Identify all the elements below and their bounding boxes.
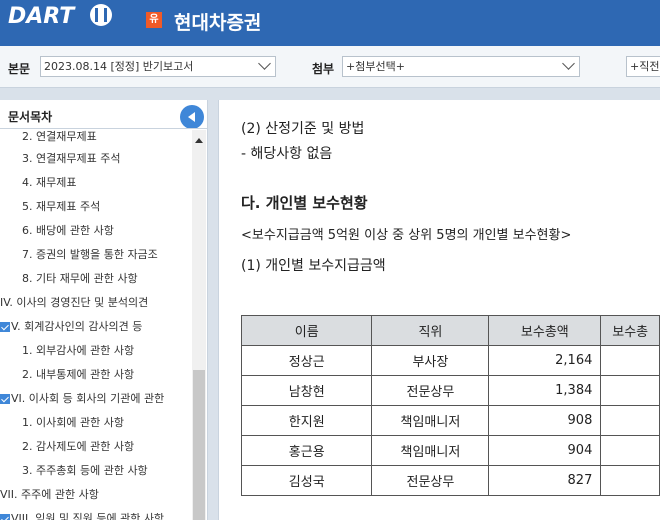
- name-cell: 정상근: [240, 345, 373, 376]
- toc-scrollbar[interactable]: [192, 130, 206, 520]
- collapse-sidebar-button[interactable]: [180, 105, 204, 129]
- header-bar: DART 유 현대차증권: [0, 0, 660, 46]
- chevron-down-icon: [562, 57, 575, 70]
- table-row: 홍근용 책임매니저 904: [240, 435, 660, 466]
- compensation-table: 이름 직위 보수총액 보수총 정상근 부사장 2,164 남창현 전문상무 1,…: [240, 315, 660, 496]
- toc-item[interactable]: 7. 증권의 발행을 통한 자금조: [0, 244, 158, 266]
- attach-select-value: +첨부선택+: [346, 60, 405, 73]
- report-select[interactable]: 2023.08.14 [정정] 반기보고서: [40, 56, 276, 77]
- toc-item[interactable]: VI. 이사회 등 회사의 기관에 관한: [0, 388, 164, 410]
- dart-logo-icon: [90, 4, 112, 26]
- name-cell: 김성국: [240, 465, 373, 496]
- total-cell: 827: [488, 465, 602, 496]
- toc-item[interactable]: 1. 이사회에 관한 사항: [0, 412, 124, 434]
- section-heading: 다. 개인별 보수현황: [241, 194, 368, 212]
- total-cell: 904: [488, 435, 602, 466]
- extra-cell: [600, 375, 660, 406]
- chevron-down-icon: [258, 57, 271, 70]
- table-row: 김성국 전문상무 827: [240, 465, 660, 496]
- table-row: 한지원 책임매니저 908: [240, 405, 660, 436]
- toc-item[interactable]: 3. 주주총회 등에 관한 사항: [0, 460, 148, 482]
- col-position-header: 직위: [371, 315, 490, 346]
- extra-cell: [600, 435, 660, 466]
- toc-item[interactable]: 5. 재무제표 주석: [0, 196, 100, 218]
- company-name: 현대차증권: [174, 12, 262, 34]
- prev-report-select-value: +직전: [630, 60, 660, 73]
- toc-item[interactable]: 3. 연결재무제표 주석: [0, 148, 120, 170]
- attach-select[interactable]: +첨부선택+: [342, 56, 580, 77]
- toc-item[interactable]: 2. 감사제도에 관한 사항: [0, 436, 134, 458]
- checkbox-checked-icon[interactable]: [0, 322, 10, 332]
- report-select-value: 2023.08.14 [정정] 반기보고서: [44, 60, 194, 73]
- toc-item[interactable]: 8. 기타 재무에 관한 사항: [0, 268, 138, 290]
- dart-logo[interactable]: DART: [8, 4, 74, 29]
- checkbox-checked-icon[interactable]: [0, 514, 10, 520]
- position-cell: 전문상무: [371, 375, 490, 406]
- position-cell: 전문상무: [371, 465, 490, 496]
- toc-item[interactable]: VIII. 임원 및 직원 등에 관한 사항: [0, 508, 164, 520]
- table-row: 남창현 전문상무 1,384: [240, 375, 660, 406]
- toolbar: 본문 2023.08.14 [정정] 반기보고서 첨부 +첨부선택+ +직전: [0, 46, 660, 88]
- toc-item[interactable]: IV. 이사의 경영진단 및 분석의견: [0, 292, 148, 314]
- col-extra-header: 보수총: [600, 315, 660, 346]
- criteria-heading: (2) 산정기준 및 방법: [241, 121, 365, 137]
- position-cell: 책임매니저: [371, 435, 490, 466]
- total-cell: 1,384: [488, 375, 602, 406]
- total-cell: 908: [488, 405, 602, 436]
- checkbox-checked-icon[interactable]: [0, 394, 10, 404]
- position-cell: 부사장: [371, 345, 490, 376]
- scroll-up-arrow-icon[interactable]: [195, 138, 203, 143]
- subsection-heading: (1) 개인별 보수지급금액: [241, 258, 386, 274]
- toc-item[interactable]: 2. 내부통제에 관한 사항: [0, 364, 134, 386]
- prev-report-select[interactable]: +직전: [626, 56, 660, 77]
- toc-item[interactable]: VII. 주주에 관한 사항: [0, 484, 99, 506]
- toc-item[interactable]: V. 회계감사인의 감사의견 등: [0, 316, 142, 338]
- name-cell: 한지원: [240, 405, 373, 436]
- position-cell: 책임매니저: [371, 405, 490, 436]
- extra-cell: [600, 345, 660, 376]
- name-cell: 홍근용: [240, 435, 373, 466]
- table-row: 정상근 부사장 2,164: [240, 345, 660, 376]
- toc-title: 문서목차: [8, 110, 53, 124]
- table-header-row: 이름 직위 보수총액 보수총: [240, 315, 660, 346]
- toc-item[interactable]: 6. 배당에 관한 사항: [0, 220, 114, 242]
- toc-item[interactable]: 1. 외부감사에 관한 사항: [0, 340, 134, 362]
- col-total-header: 보수총액: [488, 315, 602, 346]
- col-name-header: 이름: [240, 315, 373, 346]
- toc-item[interactable]: 4. 재무제표: [0, 172, 76, 194]
- toc-sidebar: 문서목차 2. 연결재무제표 3. 연결재무제표 주석 4. 재무제표 5. 재…: [0, 100, 208, 520]
- name-cell: 남창현: [240, 375, 373, 406]
- document-content: (2) 산정기준 및 방법 - 해당사항 없음 다. 개인별 보수현황 <보수지…: [218, 100, 660, 520]
- attach-label: 첨부: [312, 62, 335, 76]
- body-label: 본문: [8, 62, 31, 76]
- not-applicable-text: - 해당사항 없음: [241, 146, 333, 162]
- extra-cell: [600, 465, 660, 496]
- toc-item[interactable]: 2. 연결재무제표: [0, 126, 97, 148]
- extra-cell: [600, 405, 660, 436]
- scroll-thumb[interactable]: [193, 370, 205, 520]
- corp-type-badge: 유: [146, 12, 162, 28]
- total-cell: 2,164: [488, 345, 602, 376]
- table-subtitle: <보수지급금액 5억원 이상 중 상위 5명의 개인별 보수현황>: [241, 228, 572, 243]
